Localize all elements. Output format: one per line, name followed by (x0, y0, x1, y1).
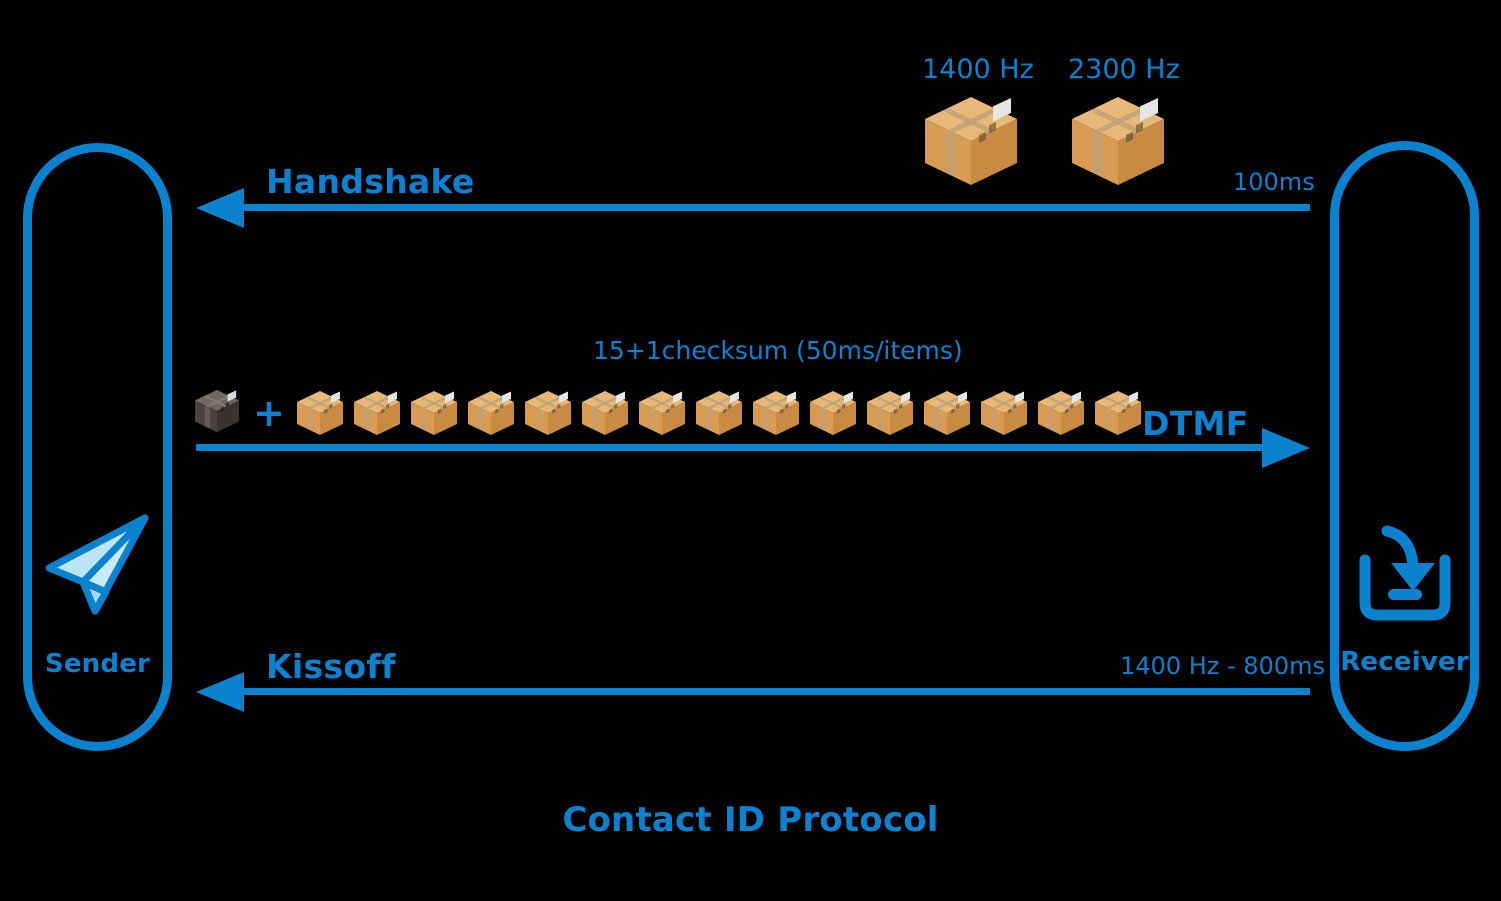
package-box-icon (467, 390, 515, 436)
package-box-icon (410, 390, 458, 436)
package-box-icon (1070, 95, 1166, 187)
package-box-icon (809, 390, 857, 436)
package-box-icon (866, 390, 914, 436)
kissoff-label: Kissoff (266, 647, 396, 686)
frequency-label-2300hz: 2300 Hz (1068, 54, 1180, 85)
diagram-canvas: Sender Receiver 1400 Hz 2300 Hz Handshak… (0, 0, 1501, 901)
handshake-arrow-line (232, 204, 1310, 211)
sender-node[interactable]: Sender (23, 143, 172, 751)
package-box-icon (581, 390, 629, 436)
receiver-node[interactable]: Receiver (1330, 141, 1479, 751)
package-box-icon (923, 95, 1019, 187)
kissoff-timing-label: 1400 Hz - 800ms (1120, 652, 1325, 680)
package-box-icon (695, 390, 743, 436)
plus-sign-icon: + (253, 391, 285, 435)
diagram-title: Contact ID Protocol (562, 800, 939, 840)
paper-plane-icon (43, 512, 153, 621)
dtmf-data-box-row (296, 390, 1142, 436)
package-box-icon (1037, 390, 1085, 436)
kissoff-arrow-line (232, 688, 1310, 695)
receiver-label: Receiver (1340, 647, 1469, 677)
sender-label: Sender (44, 649, 151, 679)
handshake-arrowhead-left-icon (196, 188, 244, 228)
package-box-icon (980, 390, 1028, 436)
dtmf-arrow-line (196, 444, 1274, 451)
package-box-icon (752, 390, 800, 436)
handshake-timing-label: 100ms (1233, 168, 1315, 196)
frequency-label-1400hz: 1400 Hz (922, 54, 1034, 85)
dtmf-arrowhead-right-icon (1262, 428, 1310, 468)
handshake-label: Handshake (266, 162, 475, 201)
package-box-icon (638, 390, 686, 436)
kissoff-arrowhead-left-icon (196, 672, 244, 712)
dark-package-box-icon (194, 388, 240, 434)
package-box-icon (296, 390, 344, 436)
package-box-icon (1094, 390, 1142, 436)
dtmf-label: DTMF (1142, 404, 1249, 443)
checksum-note-label: 15+1checksum (50ms/items) (593, 336, 963, 365)
package-box-icon (524, 390, 572, 436)
inbox-download-icon (1351, 525, 1459, 629)
package-box-icon (923, 390, 971, 436)
package-box-icon (353, 390, 401, 436)
